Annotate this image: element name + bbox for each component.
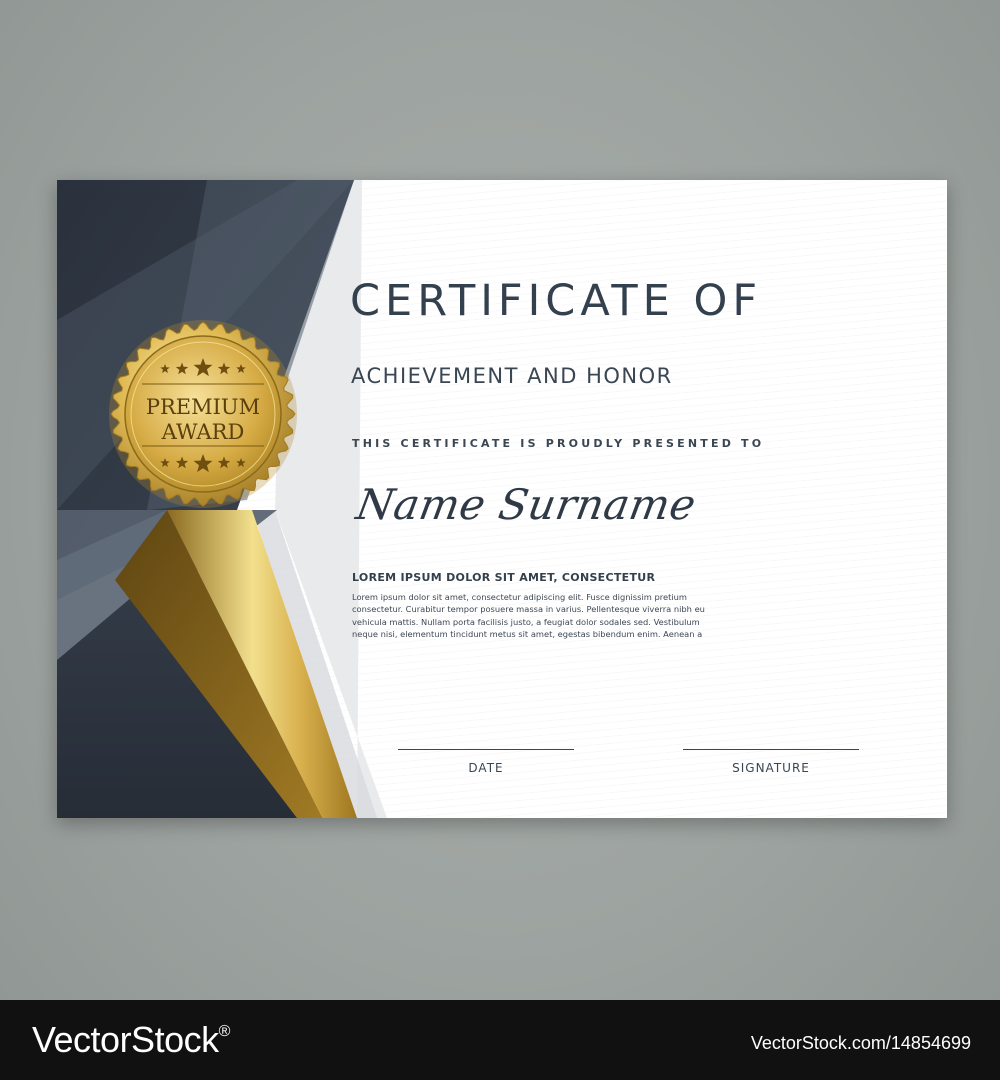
body-line: consectetur. Curabitur tempor posuere ma… bbox=[352, 604, 705, 615]
body-text: Lorem ipsum dolor sit amet, consectetur … bbox=[352, 591, 792, 640]
body-line: neque nisi, elementum tincidunt metus si… bbox=[352, 628, 703, 639]
signature-line bbox=[683, 749, 859, 750]
body-line: vehicula mattis. Nullam porta facilisis … bbox=[352, 616, 700, 627]
certificate-subtitle: ACHIEVEMENT AND HONOR bbox=[351, 364, 673, 388]
body-line: Lorem ipsum dolor sit amet, consectetur … bbox=[352, 592, 687, 602]
registered-mark: ® bbox=[218, 1023, 231, 1040]
signature-label: SIGNATURE bbox=[732, 761, 810, 775]
badge-line-award: AWARD bbox=[161, 420, 245, 444]
watermark-footer: VectorStock® VectorStock.com/14854699 bbox=[0, 1000, 1000, 1080]
brand-name: VectorStock bbox=[32, 1019, 219, 1060]
image-id: VectorStock.com/14854699 bbox=[750, 1033, 971, 1053]
certificate-card: PREMIUM AWARD CERTIFICATE OF ACHIEVEMENT… bbox=[57, 180, 947, 818]
presented-to-text: THIS CERTIFICATE IS PROUDLY PRESENTED TO bbox=[352, 437, 765, 450]
date-label: DATE bbox=[468, 761, 504, 775]
date-line bbox=[398, 749, 574, 750]
recipient-name: Name Surname bbox=[352, 480, 700, 529]
body-heading: LOREM IPSUM DOLOR SIT AMET, CONSECTETUR bbox=[352, 571, 656, 584]
premium-award-seal: PREMIUM AWARD bbox=[109, 320, 297, 508]
vectorstock-logo: VectorStock® bbox=[32, 1019, 230, 1061]
certificate-title: CERTIFICATE OF bbox=[350, 276, 763, 326]
badge-line-premium: PREMIUM bbox=[146, 395, 260, 419]
